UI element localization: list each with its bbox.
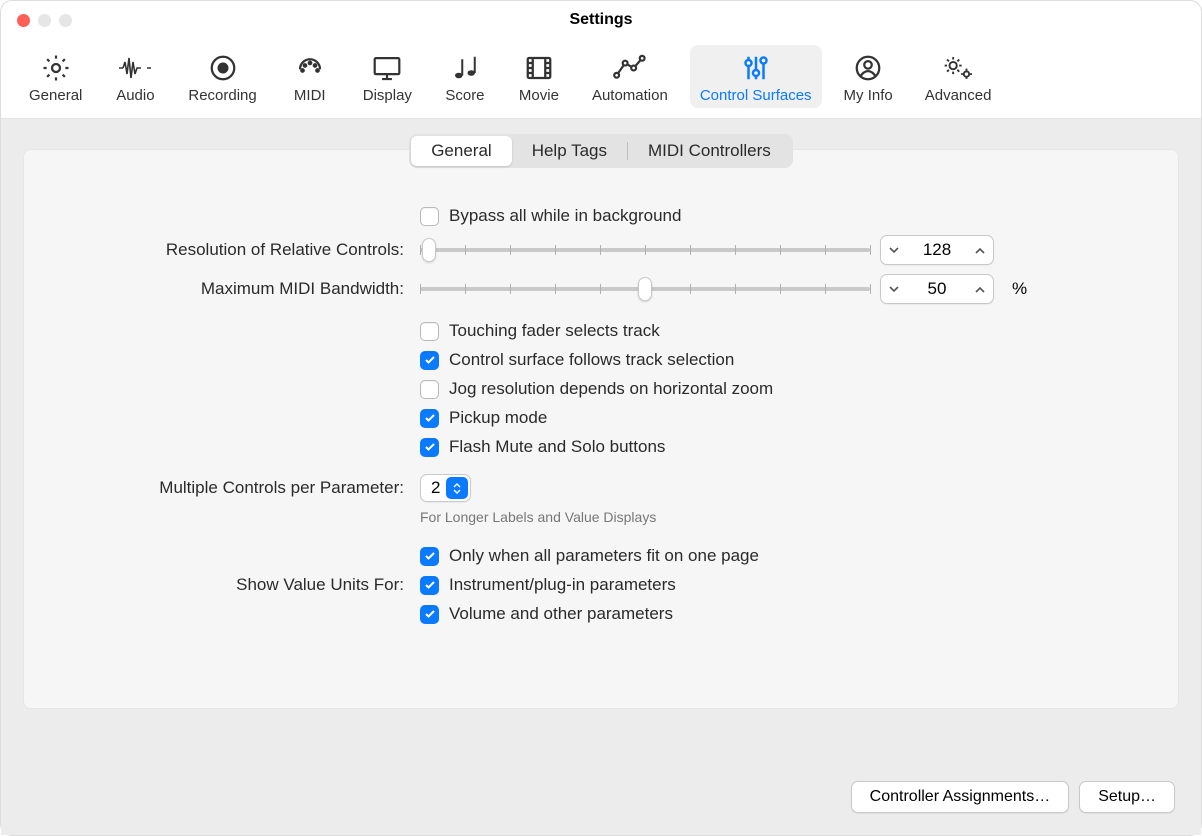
only-fit-checkbox[interactable] (420, 547, 439, 566)
footer: Controller Assignments… Setup… (23, 765, 1179, 817)
flash-checkbox[interactable] (420, 438, 439, 457)
bandwidth-slider[interactable] (420, 279, 870, 299)
bypass-label: Bypass all while in background (449, 206, 681, 226)
stepper-down[interactable] (881, 236, 907, 264)
resolution-value: 128 (907, 240, 967, 260)
tab-movie[interactable]: Movie (508, 45, 570, 108)
multiple-label: Multiple Controls per Parameter: (54, 478, 404, 498)
multiple-caption: For Longer Labels and Value Displays (420, 509, 1148, 525)
jog-label: Jog resolution depends on horizontal zoo… (449, 379, 773, 399)
tab-label: Display (363, 87, 412, 104)
bandwidth-stepper[interactable]: 50 (880, 274, 994, 304)
record-icon (208, 51, 238, 85)
follow-checkbox[interactable] (420, 351, 439, 370)
touching-checkbox[interactable] (420, 322, 439, 341)
pickup-checkbox[interactable] (420, 409, 439, 428)
resolution-slider[interactable] (420, 240, 870, 260)
tab-label: My Info (844, 87, 893, 104)
bypass-checkbox[interactable] (420, 207, 439, 226)
person-icon (853, 51, 883, 85)
select-chevrons-icon (446, 477, 468, 499)
sub-tabs: General Help Tags MIDI Controllers (409, 134, 793, 168)
sub-tab-help-tags[interactable]: Help Tags (512, 136, 627, 166)
tab-midi[interactable]: MIDI (279, 45, 341, 108)
multiple-value: 2 (431, 478, 446, 498)
touching-label: Touching fader selects track (449, 321, 660, 341)
preferences-toolbar: General Audio Recording MIDI Display (1, 39, 1201, 119)
tab-label: Recording (188, 87, 256, 104)
slider-thumb[interactable] (422, 238, 436, 262)
stepper-down[interactable] (881, 275, 907, 303)
tab-general[interactable]: General (19, 45, 92, 108)
body: General Help Tags MIDI Controllers Bypas… (1, 119, 1201, 835)
tab-label: Control Surfaces (700, 87, 812, 104)
sub-tab-midi-controllers[interactable]: MIDI Controllers (628, 136, 791, 166)
follow-label: Control surface follows track selection (449, 350, 734, 370)
instrument-label: Instrument/plug-in parameters (449, 575, 676, 595)
midi-icon (295, 51, 325, 85)
tab-label: Movie (519, 87, 559, 104)
tab-my-info[interactable]: My Info (834, 45, 903, 108)
multiple-select[interactable]: 2 (420, 474, 471, 502)
tab-label: Score (445, 87, 484, 104)
automation-icon (613, 51, 647, 85)
tab-control-surfaces[interactable]: Control Surfaces (690, 45, 822, 108)
sub-tab-container: General Help Tags MIDI Controllers (23, 134, 1179, 168)
tab-score[interactable]: Score (434, 45, 496, 108)
resolution-label: Resolution of Relative Controls: (54, 240, 404, 260)
flash-label: Flash Mute and Solo buttons (449, 437, 665, 457)
gear-icon (41, 51, 71, 85)
volume-checkbox[interactable] (420, 605, 439, 624)
bandwidth-unit: % (1012, 279, 1027, 299)
jog-checkbox[interactable] (420, 380, 439, 399)
settings-panel: Bypass all while in background Resolutio… (23, 149, 1179, 709)
tab-advanced[interactable]: Advanced (915, 45, 1002, 108)
bandwidth-label: Maximum MIDI Bandwidth: (54, 279, 404, 299)
tab-label: MIDI (294, 87, 326, 104)
tab-label: Automation (592, 87, 668, 104)
titlebar: Settings (1, 1, 1201, 39)
setup-button[interactable]: Setup… (1079, 781, 1175, 813)
tab-label: Audio (116, 87, 154, 104)
slider-thumb[interactable] (638, 277, 652, 301)
tab-automation[interactable]: Automation (582, 45, 678, 108)
film-icon (524, 51, 554, 85)
score-icon (450, 51, 480, 85)
tab-label: Advanced (925, 87, 992, 104)
instrument-checkbox[interactable] (420, 576, 439, 595)
tab-audio[interactable]: Audio (104, 45, 166, 108)
only-fit-label: Only when all parameters fit on one page (449, 546, 759, 566)
stepper-up[interactable] (967, 236, 993, 264)
resolution-stepper[interactable]: 128 (880, 235, 994, 265)
volume-label: Volume and other parameters (449, 604, 673, 624)
bandwidth-value: 50 (907, 279, 967, 299)
waveform-icon (117, 51, 153, 85)
controller-assignments-button[interactable]: Controller Assignments… (851, 781, 1070, 813)
tab-label: General (29, 87, 82, 104)
show-value-label: Show Value Units For: (54, 575, 404, 595)
display-icon (371, 51, 403, 85)
gears-icon (941, 51, 975, 85)
pickup-label: Pickup mode (449, 408, 547, 428)
tab-display[interactable]: Display (353, 45, 422, 108)
sub-tab-general[interactable]: General (411, 136, 511, 166)
window-title: Settings (1, 11, 1201, 29)
settings-window: Settings General Audio Recording MIDI (0, 0, 1202, 836)
stepper-up[interactable] (967, 275, 993, 303)
tab-recording[interactable]: Recording (178, 45, 266, 108)
sliders-icon (741, 51, 771, 85)
